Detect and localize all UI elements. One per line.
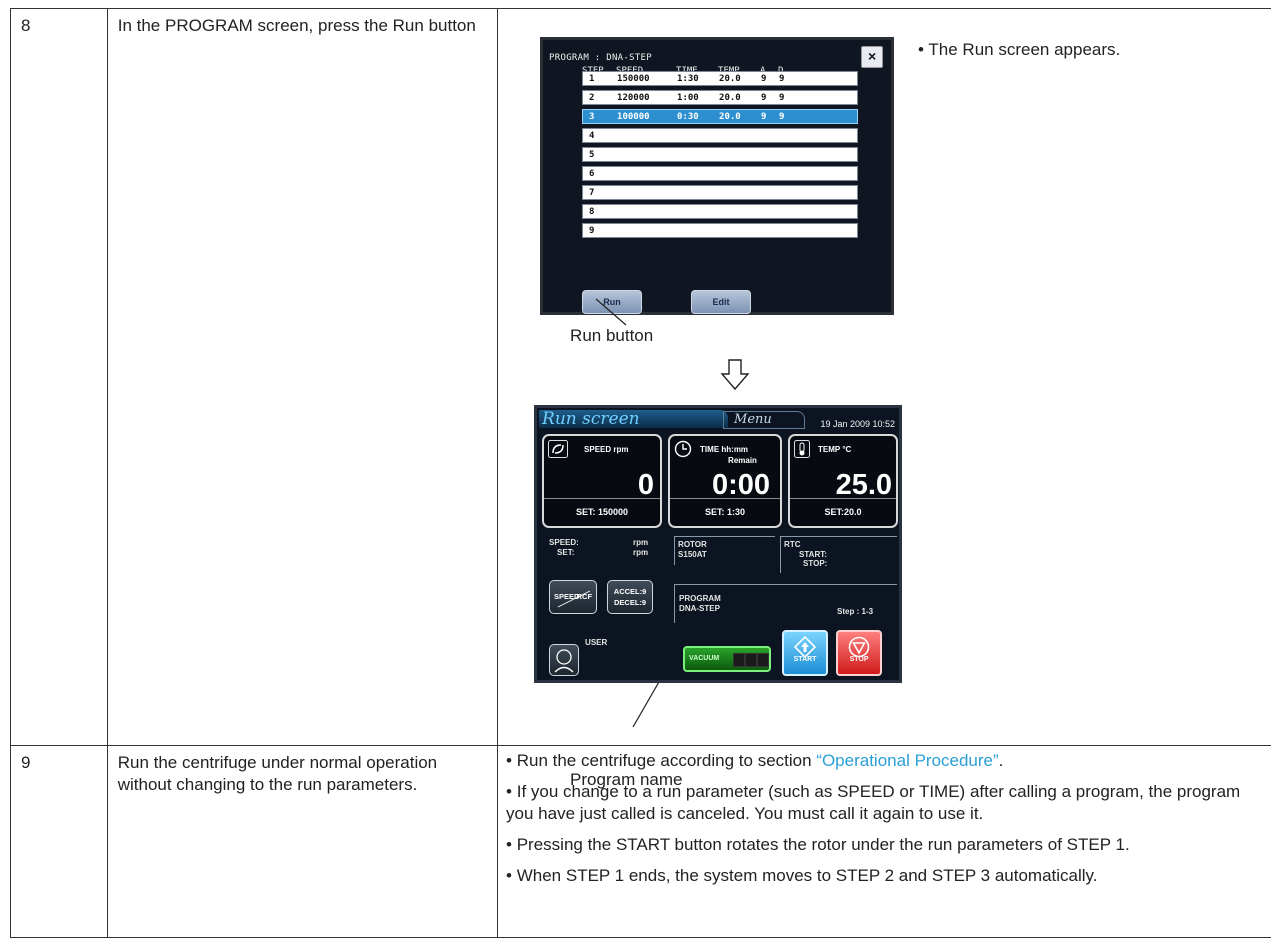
speed-readout-set: SET: xyxy=(557,548,574,557)
run-screen-image: Run screen Menu 19 Jan 2009 10:52 SPEED … xyxy=(534,405,902,683)
speed-rcf-toggle-button[interactable]: SPEED RCF xyxy=(549,580,597,614)
step-instruction: In the PROGRAM screen, press the Run but… xyxy=(107,9,497,746)
rtc-label: RTC xyxy=(784,540,800,549)
step-number: 9 xyxy=(11,746,108,938)
time-value: 0:00 xyxy=(712,474,770,496)
rtc-start: START: xyxy=(799,550,827,559)
accel-decel-button[interactable]: ACCEL:9 DECEL:9 xyxy=(607,580,653,614)
vacuum-label: VACUUM xyxy=(689,655,719,662)
diagonal-divider xyxy=(550,581,598,615)
speed-readout-label: SPEED: xyxy=(549,538,579,547)
run-screen-title: Run screen xyxy=(539,410,728,428)
rpm-unit: rpm xyxy=(633,538,648,547)
rotation-icon xyxy=(548,440,568,458)
rotor-label: ROTOR xyxy=(678,540,707,549)
stop-button[interactable]: STOP xyxy=(836,630,882,676)
vacuum-bar xyxy=(733,653,745,667)
program-label: PROGRAM xyxy=(679,594,721,603)
run-button-callout: Run button xyxy=(570,325,653,347)
time-set: SET: 1:30 xyxy=(670,498,780,523)
clock-icon xyxy=(674,440,692,458)
speed-set: SET: 150000 xyxy=(544,498,660,523)
rpm-unit: rpm xyxy=(633,548,648,557)
start-button[interactable]: START xyxy=(782,630,828,676)
temp-panel[interactable]: TEMP °C 25.0 SET:20.0 xyxy=(788,434,898,528)
vacuum-bar xyxy=(757,653,769,667)
temp-label: TEMP °C xyxy=(818,439,851,461)
menu-tab[interactable]: Menu xyxy=(723,411,805,429)
vacuum-button[interactable]: VACUUM xyxy=(683,646,771,672)
speed-panel[interactable]: SPEED rpm 0 SET: 150000 xyxy=(542,434,662,528)
speed-value: 0 xyxy=(638,474,654,496)
note-text: • Run the centrifuge according to sectio… xyxy=(506,751,816,770)
step-number: 8 xyxy=(11,9,108,746)
step-detail: • Run the centrifuge according to sectio… xyxy=(498,746,1271,938)
note-text: . xyxy=(999,751,1004,770)
operational-procedure-link[interactable]: “Operational Procedure” xyxy=(816,751,998,770)
start-label: START xyxy=(784,649,826,671)
time-panel[interactable]: TIME hh:mm Remain 0:00 SET: 1:30 xyxy=(668,434,782,528)
speed-label: SPEED rpm xyxy=(584,439,628,461)
accel-value: ACCEL:9 xyxy=(608,586,652,597)
rtc-stop: STOP: xyxy=(803,559,827,568)
result-note: • The Run screen appears. xyxy=(918,39,1120,61)
program-name: DNA-STEP xyxy=(679,604,720,613)
procedure-table: 8 In the PROGRAM screen, press the Run b… xyxy=(10,8,1271,938)
step-info: Step : 1-3 xyxy=(837,607,873,616)
vacuum-bar xyxy=(745,653,757,667)
user-button[interactable] xyxy=(549,644,579,676)
table-row: 9 Run the centrifuge under normal operat… xyxy=(11,746,1271,938)
stop-label: STOP xyxy=(838,649,880,671)
user-icon xyxy=(550,645,578,675)
list-item: • When STEP 1 ends, the system moves to … xyxy=(506,865,1269,887)
list-item: • If you change to a run parameter (such… xyxy=(506,781,1269,825)
datetime-display: 19 Jan 2009 10:52 xyxy=(820,413,895,435)
step-detail: PROGRAM : DNA-STEP × STEP SPEED TIME TEM… xyxy=(498,9,1271,746)
user-label: USER xyxy=(585,638,607,647)
run-button-pointer xyxy=(596,299,626,325)
list-item: • Pressing the START button rotates the … xyxy=(506,834,1269,856)
rotor-value: S150AT xyxy=(678,550,707,559)
temp-value: 25.0 xyxy=(836,474,892,496)
temp-set: SET:20.0 xyxy=(790,498,896,523)
list-item: • Run the centrifuge according to sectio… xyxy=(506,750,1269,772)
thermometer-icon xyxy=(794,440,810,458)
arrow-down-icon xyxy=(720,359,750,391)
decel-value: DECEL:9 xyxy=(608,597,652,608)
notes-list: • Run the centrifuge according to sectio… xyxy=(498,746,1271,887)
table-row: 8 In the PROGRAM screen, press the Run b… xyxy=(11,9,1271,746)
step-instruction: Run the centrifuge under normal operatio… xyxy=(107,746,497,938)
